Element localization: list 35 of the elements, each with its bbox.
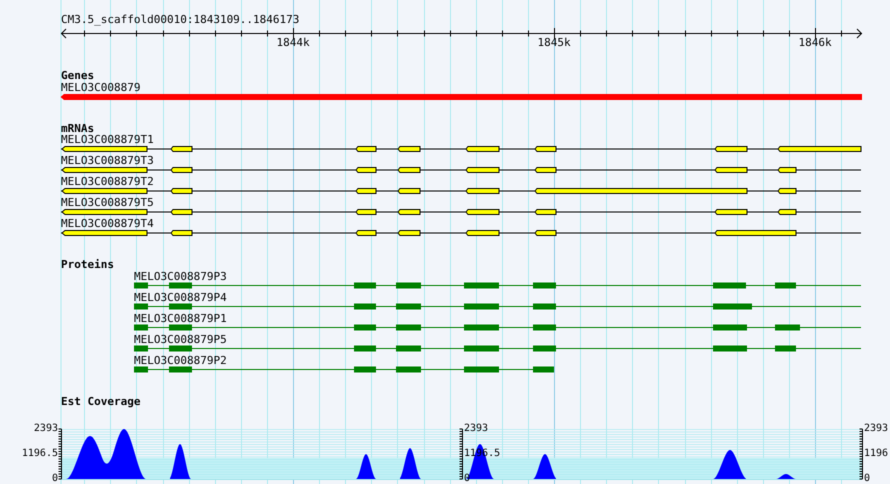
coverage-peak	[170, 444, 192, 479]
y-axis	[58, 428, 63, 480]
axis-label: 2393	[34, 423, 58, 434]
coverage-peak	[356, 454, 376, 479]
track-label: mRNAs	[61, 123, 94, 135]
transcript-label: MELO3C008879T3	[61, 155, 154, 167]
track-label: Genes	[61, 70, 94, 82]
protein-label: MELO3C008879P2	[134, 355, 227, 367]
track-label: Proteins	[61, 259, 114, 271]
protein-label: MELO3C008879P3	[134, 271, 227, 283]
protein-label: MELO3C008879P4	[134, 292, 227, 304]
coverage-peak	[400, 448, 421, 479]
y-axis	[859, 428, 864, 480]
tick-label: 1844k	[276, 37, 310, 49]
coverage-peak	[533, 454, 556, 479]
transcript-label: MELO3C008879T4	[61, 218, 154, 230]
tick-label: 1845k	[537, 37, 571, 49]
axis-label: 2393	[864, 423, 888, 434]
coverage-peak	[713, 450, 746, 479]
y-axis	[459, 428, 464, 480]
gene-label: MELO3C008879	[61, 82, 140, 94]
transcript-label: MELO3C008879T1	[61, 134, 154, 146]
tick-label: 1846k	[798, 37, 832, 49]
axis-label: 0	[864, 473, 870, 484]
transcript-label: MELO3C008879T5	[61, 197, 154, 209]
coverage-peak	[776, 474, 796, 479]
axis-label: 2393	[464, 423, 488, 434]
axis-label: 0	[52, 473, 58, 484]
ruler-title: CM3.5_scaffold00010:1843109..1846173	[61, 14, 300, 26]
transcript-label: MELO3C008879T2	[61, 176, 154, 188]
protein-label: MELO3C008879P1	[134, 313, 227, 325]
axis-label: 1196	[864, 448, 888, 459]
axis-label: 1196.5	[22, 448, 58, 459]
protein-label: MELO3C008879P5	[134, 334, 227, 346]
track-label: Est Coverage	[61, 396, 140, 408]
